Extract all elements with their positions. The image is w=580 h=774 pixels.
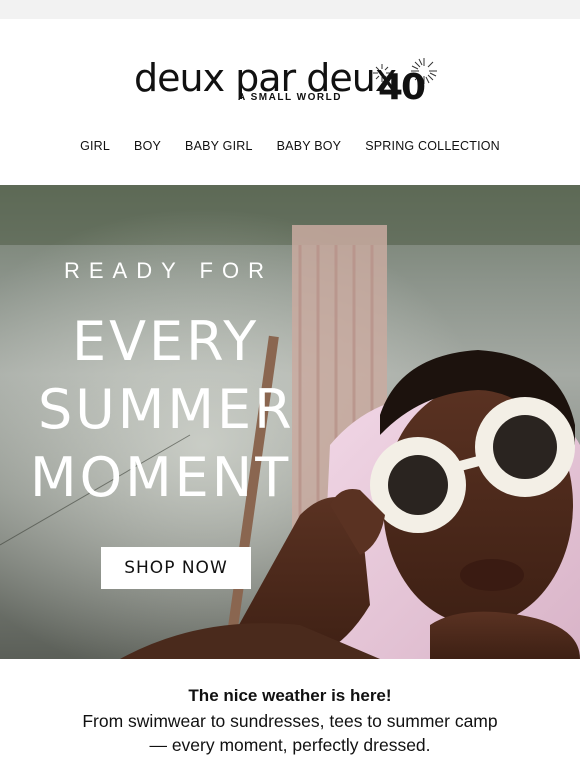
hero-line-moment: MOMENT — [30, 446, 292, 509]
nav-item-spring-collection[interactable]: SPRING COLLECTION — [353, 139, 512, 153]
nav-item-girl[interactable]: GIRL — [68, 139, 122, 153]
intro-headline: The nice weather is here! — [188, 686, 392, 705]
intro-body-line-2: — every moment, perfectly dressed. — [149, 735, 431, 755]
brand-tagline: A SMALL WORLD — [238, 92, 342, 103]
hero-text-overlay: READY FOR EVERY SUMMER MOMENT SHOP NOW — [0, 185, 580, 659]
top-spacer — [0, 0, 580, 19]
brand-logo[interactable]: deux par deux A SMALL WORLD 40 — [134, 58, 454, 129]
email-header: deux par deux A SMALL WORLD 40 GIRL BOY … — [0, 19, 580, 185]
hero-banner[interactable]: READY FOR EVERY SUMMER MOMENT SHOP NOW — [0, 185, 580, 659]
intro-copy: The nice weather is here! From swimwear … — [0, 659, 580, 774]
shop-now-button[interactable]: SHOP NOW — [101, 547, 251, 589]
nav-item-boy[interactable]: BOY — [122, 139, 173, 153]
anniversary-badge: 40 — [378, 67, 426, 108]
hero-line-every: EVERY — [72, 310, 260, 373]
nav-item-baby-boy[interactable]: BABY BOY — [265, 139, 354, 153]
intro-body: From swimwear to sundresses, tees to sum… — [0, 709, 580, 757]
intro-body-line-1: From swimwear to sundresses, tees to sum… — [82, 711, 498, 731]
nav-item-baby-girl[interactable]: BABY GIRL — [173, 139, 265, 153]
hero-line-summer: SUMMER — [38, 378, 295, 441]
hero-kicker: READY FOR — [64, 258, 273, 283]
category-nav: GIRL BOY BABY GIRL BABY BOY SPRING COLLE… — [0, 139, 580, 153]
